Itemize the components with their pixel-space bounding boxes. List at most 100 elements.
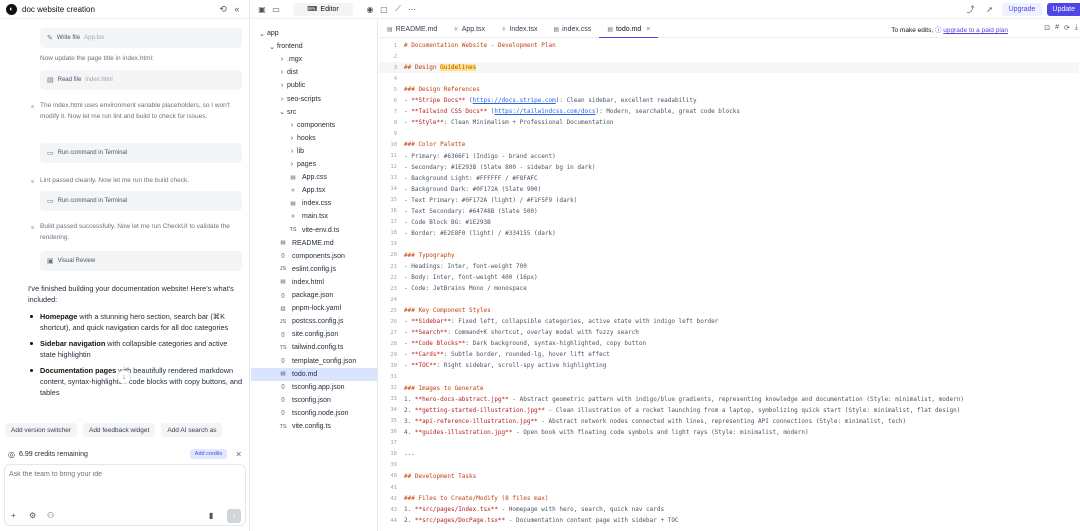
update-button[interactable]: Update [1047, 3, 1080, 16]
tree-folder[interactable]: › .mgx [251, 53, 377, 66]
send-button[interactable]: ↑ [227, 509, 241, 523]
pencil-icon: ✎ [47, 35, 53, 42]
line-number: 29 [390, 351, 397, 358]
upgrade-button[interactable]: Upgrade [1001, 3, 1043, 16]
tree-folder[interactable]: ⌄ frontend [251, 40, 377, 53]
download-icon[interactable]: ⤓ [1075, 24, 1078, 32]
tree-file[interactable]: ⚛ App.tsx [251, 184, 377, 197]
code-line: 1 # Documentation Website - Development P… [379, 40, 1079, 51]
tool-card-visual-review[interactable]: ▣ Visual Review [40, 251, 242, 271]
tree-file[interactable]: ▤ App.css [251, 171, 377, 184]
hash-icon[interactable]: # [1055, 24, 1059, 32]
tree-file[interactable]: {} tsconfig.json [251, 394, 377, 407]
line-number: 12 [390, 164, 397, 171]
tree-file[interactable]: TS vite.config.ts [251, 420, 377, 433]
tree-file[interactable]: {} tsconfig.app.json [251, 381, 377, 394]
tree-item-label: tsconfig.app.json [292, 383, 345, 391]
tree-folder[interactable]: › lib [251, 145, 377, 158]
code-token: ### Files to Create/Modify (8 files max) [404, 495, 549, 503]
line-number: 1 [393, 42, 397, 49]
tree-folder[interactable]: › seo-scripts [251, 93, 377, 106]
file-explorer: ⌄ app ⌄ frontend › .mgx › dist › public › seo-scrip… [251, 20, 378, 531]
code-token: https://tailwindcss.com/docs [494, 108, 596, 116]
editor-tab[interactable]: ⚛ App.tsx [445, 22, 493, 38]
file-type-icon: ⚛ [290, 187, 296, 194]
tree-file[interactable]: ⚛ main.tsx [251, 210, 377, 223]
close-icon[interactable]: ✕ [235, 450, 242, 459]
tree-file[interactable]: {} site.config.json [251, 328, 377, 341]
code-token: - Documentation content page with sideba… [505, 517, 679, 525]
layout-icon[interactable]: ▣ [255, 5, 269, 14]
tool-card-read-file[interactable]: ▤ Read file index.html [40, 70, 242, 90]
rocket-icon[interactable]: ➚ [983, 5, 997, 14]
chat-panel: ◐ doc website creation ⟲ « ✎ Write file … [0, 0, 250, 531]
close-tab-icon[interactable]: × [646, 26, 650, 33]
editor-toggle[interactable]: ⌨ Editor [293, 2, 353, 16]
folder-icon[interactable]: ▢ [377, 5, 391, 14]
code-token: - [404, 351, 412, 359]
history-icon[interactable]: ⟲ [216, 4, 230, 15]
code-line: 43 1. **src/pages/Index.tsx** - Homepage … [379, 504, 1079, 515]
team-icon[interactable]: ⚇ [47, 511, 54, 520]
tree-folder[interactable]: › pages [251, 158, 377, 171]
upgrade-link[interactable]: upgrade to a paid plan [943, 27, 1008, 34]
tree-folder[interactable]: › dist [251, 66, 377, 79]
tool-card-terminal[interactable]: ▭ Run command in Terminal [40, 191, 242, 211]
tool-card-terminal[interactable]: ▭ Run command in Terminal [40, 143, 242, 163]
tree-file[interactable]: JS eslint.config.js [251, 263, 377, 276]
editor-actions: ⊡ # ⟳ ⤓ [1044, 24, 1078, 32]
code-token: **guides-illustration.jpg** [414, 428, 513, 436]
code-line: 23 - Code: JetBrains Mono / monospace [379, 283, 1079, 294]
tree-file[interactable]: {} template_config.json [251, 355, 377, 368]
share-icon[interactable]: ⤴ [964, 4, 978, 15]
tree-file[interactable]: JS postcss.config.js [251, 315, 377, 328]
tree-folder[interactable]: › components [251, 119, 377, 132]
add-icon[interactable]: + [11, 511, 16, 520]
comment-icon[interactable]: ⊡ [1044, 24, 1050, 32]
suggestion-chip[interactable]: Add AI search as [161, 423, 223, 437]
editor-tab[interactable]: ▤ todo.md × [599, 21, 659, 38]
chevron-right-icon: › [280, 56, 284, 64]
tree-file[interactable]: ▤ README.md [251, 237, 377, 250]
tree-file[interactable]: {} components.json [251, 250, 377, 263]
tree-folder[interactable]: ⌄ src [251, 106, 377, 119]
more-icon[interactable]: ⋯ [405, 5, 419, 14]
chat-input[interactable] [9, 471, 239, 478]
code-line: 18 - Border: #E2E8F0 (light) / #334155 (d… [379, 228, 1079, 239]
suggestion-chip[interactable]: Add feedback widget [82, 423, 156, 437]
tools-icon[interactable]: ⚙ [29, 511, 36, 520]
credits-text: 6.99 credits remaining [18, 450, 88, 458]
tree-file[interactable]: ▤ index.html [251, 276, 377, 289]
tree-folder[interactable]: › public [251, 79, 377, 92]
editor-tab[interactable]: ⚛ Index.tsx [493, 22, 545, 38]
editor-tab[interactable]: ▤ index.css [545, 22, 599, 38]
tree-file[interactable]: TS tailwind.config.ts [251, 341, 377, 354]
refresh-icon[interactable]: ⟳ [1064, 24, 1070, 32]
tree-folder[interactable]: › hooks [251, 132, 377, 145]
database-icon[interactable]: ◉ [363, 5, 377, 14]
file-type-icon: ▥ [280, 305, 286, 312]
chart-icon[interactable]: ⟋ [391, 4, 405, 14]
tree-file[interactable]: ▥ pnpm-lock.yaml [251, 302, 377, 315]
tree-file[interactable]: TS vite-env.d.ts [251, 224, 377, 237]
tree-item-label: pages [297, 161, 317, 168]
collapse-panel-icon[interactable]: « [230, 4, 244, 14]
code-editor[interactable]: 1 # Documentation Website - Development P… [379, 40, 1079, 531]
microphone-icon[interactable]: ▮ [209, 511, 213, 520]
tree-file[interactable]: ▤ todo.md [251, 367, 377, 381]
tree-file[interactable]: {} tsconfig.node.json [251, 407, 377, 420]
tree-file[interactable]: {} package.json [251, 289, 377, 302]
tool-card-write-file[interactable]: ✎ Write file App.tsx [40, 28, 242, 48]
scroll-down-button[interactable]: ↓ [117, 370, 131, 384]
suggestion-chip[interactable]: Add version switcher [5, 423, 77, 437]
editor-tab[interactable]: ▤ README.md [379, 22, 445, 38]
tree-folder[interactable]: ⌄ app [251, 27, 377, 40]
line-number: 44 [390, 517, 397, 524]
monitor-icon[interactable]: ▭ [269, 5, 283, 14]
tree-file[interactable]: ▤ index.css [251, 197, 377, 210]
chat-message: Now update the page title in index.html: [40, 55, 154, 62]
add-credits-button[interactable]: Add credits [189, 449, 228, 459]
chat-messages: ✎ Write file App.tsx Now update the page… [0, 22, 250, 420]
code-token: - Code: JetBrains Mono / monospace [404, 285, 527, 293]
code-token: ): Clean sidebar, excellent readability [555, 97, 697, 105]
